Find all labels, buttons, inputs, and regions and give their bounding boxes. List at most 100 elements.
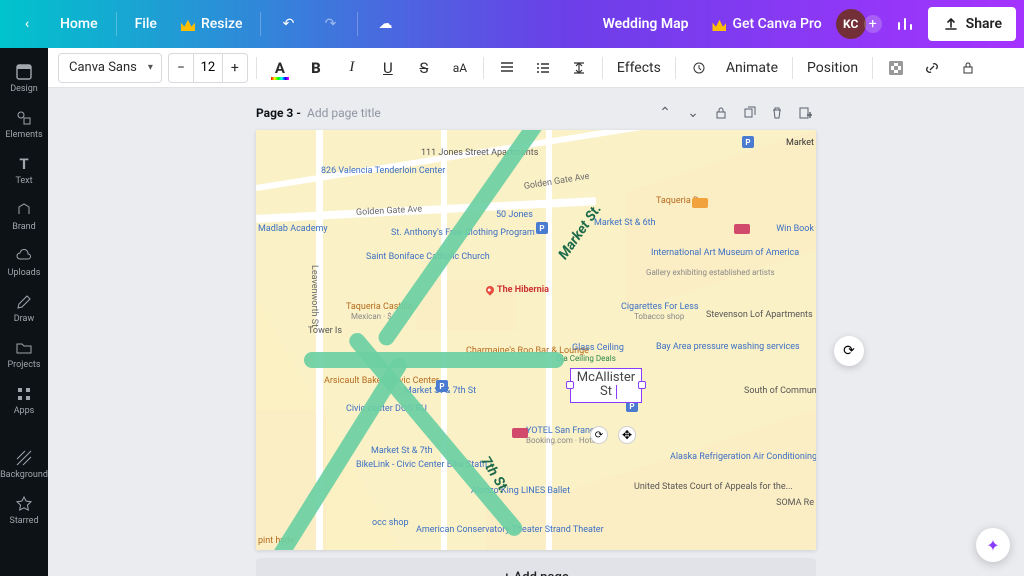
map-poi: Glass Ceiling <box>572 343 624 353</box>
font-size-increase[interactable]: + <box>223 54 247 82</box>
resize-handle-left[interactable] <box>566 381 574 389</box>
strikethrough-button[interactable]: S <box>409 53 439 83</box>
sidebar-item-label: Draw <box>14 314 34 324</box>
avatar[interactable]: KC <box>836 9 866 39</box>
page-collapse-up[interactable]: ⌃ <box>654 102 676 124</box>
page-title-placeholder[interactable]: Add page title <box>307 106 381 120</box>
resize-handle-right[interactable] <box>638 381 646 389</box>
design-page[interactable]: Golden Gate Ave Golden Gate Ave Leavenwo… <box>256 130 816 550</box>
rotate-handle[interactable]: ⟳ <box>590 426 608 444</box>
sidebar-item-apps[interactable]: Apps <box>0 378 48 422</box>
sidebar-item-uploads[interactable]: Uploads <box>0 240 48 284</box>
page-duplicate[interactable] <box>738 102 760 124</box>
shapes-icon <box>14 108 34 128</box>
font-size-group: − + <box>168 53 248 83</box>
undo-button[interactable]: ↶ <box>269 8 307 40</box>
share-button[interactable]: Share <box>928 7 1016 41</box>
upload-icon <box>942 15 960 33</box>
list-button[interactable] <box>528 53 558 83</box>
font-select[interactable]: Canva Sans <box>58 53 162 83</box>
road-label: Leavenworth St <box>309 265 319 327</box>
map-poi: Bay Area pressure washing services <box>656 342 746 352</box>
page-lock[interactable] <box>710 102 732 124</box>
map-poi: Madlab Academy <box>258 224 328 234</box>
page-collapse-down[interactable]: ⌄ <box>682 102 704 124</box>
transparency-button[interactable] <box>881 53 911 83</box>
map-poi: Stevenson Lof Apartments <box>706 310 776 320</box>
folder-icon <box>14 338 34 358</box>
page-refresh-button[interactable]: ⟳ <box>834 336 864 366</box>
bold-button[interactable]: B <box>301 53 331 83</box>
page-delete[interactable] <box>766 102 788 124</box>
position-button[interactable]: Position <box>801 60 864 76</box>
font-size-input[interactable] <box>193 54 223 82</box>
sidebar-item-brand[interactable]: Brand <box>0 194 48 238</box>
cloud-sync[interactable]: ☁ <box>366 8 404 40</box>
map-poi: Market St & 7th <box>371 446 433 456</box>
sidebar-item-projects[interactable]: Projects <box>0 332 48 376</box>
underline-button[interactable]: U <box>373 53 403 83</box>
sidebar-item-text[interactable]: T Text <box>0 148 48 192</box>
sidebar-item-elements[interactable]: Elements <box>0 102 48 146</box>
link-button[interactable] <box>917 53 947 83</box>
redo-icon: ↷ <box>321 15 339 33</box>
map-poi: 50 Jones <box>496 210 533 220</box>
spacing-button[interactable] <box>564 53 594 83</box>
sidebar-item-label: Apps <box>14 406 35 416</box>
sidebar-item-design[interactable]: Design <box>0 56 48 100</box>
magic-assistant-button[interactable]: ✦ <box>976 528 1010 562</box>
parking-icon: P <box>742 136 754 148</box>
hotel-badge-icon <box>512 428 528 438</box>
topbar: ‹ Home File Resize ↶ ↷ ☁ Wedding Map Get… <box>0 0 1024 48</box>
document-title[interactable]: Wedding Map <box>593 8 699 40</box>
crown-icon <box>712 17 726 31</box>
sidebar-item-starred[interactable]: Starred <box>0 488 48 532</box>
map-poi: Tower Is <box>308 326 342 336</box>
page-add[interactable] <box>794 102 816 124</box>
sidebar-item-label: Text <box>15 176 32 186</box>
sidebar-item-background[interactable]: Background <box>0 442 48 486</box>
sidebar-item-draw[interactable]: Draw <box>0 286 48 330</box>
insights-button[interactable] <box>886 8 924 40</box>
map-poi: Win Book <box>774 224 814 234</box>
map-poi: Alaska Refrigeration Air Conditioning <box>670 452 770 462</box>
map-pin-icon <box>484 284 495 295</box>
file-menu[interactable]: File <box>125 8 167 40</box>
main-column: Canva Sans − + A B I U S aA Effects <box>48 48 1024 576</box>
add-page-button[interactable]: + Add page <box>256 558 816 576</box>
page-header: Page 3 - Add page title ⌃ ⌄ <box>256 102 816 124</box>
effects-button[interactable]: Effects <box>611 60 667 76</box>
add-member-button[interactable]: + <box>864 15 882 33</box>
text-color-button[interactable]: A <box>265 53 295 83</box>
template-icon <box>14 62 34 82</box>
canvas-area[interactable]: Page 3 - Add page title ⌃ ⌄ <box>48 88 1024 576</box>
crown-icon <box>181 17 195 31</box>
resize-button[interactable]: Resize <box>171 8 253 40</box>
sidebar-item-label: Brand <box>12 222 35 232</box>
uppercase-button[interactable]: aA <box>445 53 475 83</box>
redo-button[interactable]: ↷ <box>311 8 349 40</box>
get-pro-button[interactable]: Get Canva Pro <box>702 8 831 40</box>
background-icon <box>14 448 34 468</box>
italic-button[interactable]: I <box>337 53 367 83</box>
font-size-decrease[interactable]: − <box>169 54 193 82</box>
lock-button[interactable] <box>953 53 983 83</box>
map-poi: BikeLink - Civic Center Bike Statn <box>356 460 436 470</box>
move-handle[interactable]: ✥ <box>618 426 636 444</box>
animate-button[interactable]: Animate <box>720 60 784 76</box>
text-icon: T <box>14 154 34 174</box>
text-caret <box>616 385 617 399</box>
apps-icon <box>14 384 34 404</box>
cloud-upload-icon <box>14 246 34 266</box>
map-poi: Market <box>786 138 814 148</box>
map-poi: 826 Valencia Tenderloin Center <box>321 166 391 176</box>
sidebar: Design Elements T Text Brand Uploads Draw… <box>0 48 48 576</box>
map-poi-label: The Hibernia <box>497 285 549 295</box>
selected-text-element[interactable]: McAllister St <box>570 368 642 403</box>
align-button[interactable] <box>492 53 522 83</box>
home-button[interactable]: Home <box>50 8 108 40</box>
map-poi: South of Community <box>744 386 814 396</box>
get-pro-label: Get Canva Pro <box>732 16 821 32</box>
back-button[interactable]: ‹ <box>8 8 46 40</box>
map-poi: YOTEL San Franc <box>526 426 595 436</box>
